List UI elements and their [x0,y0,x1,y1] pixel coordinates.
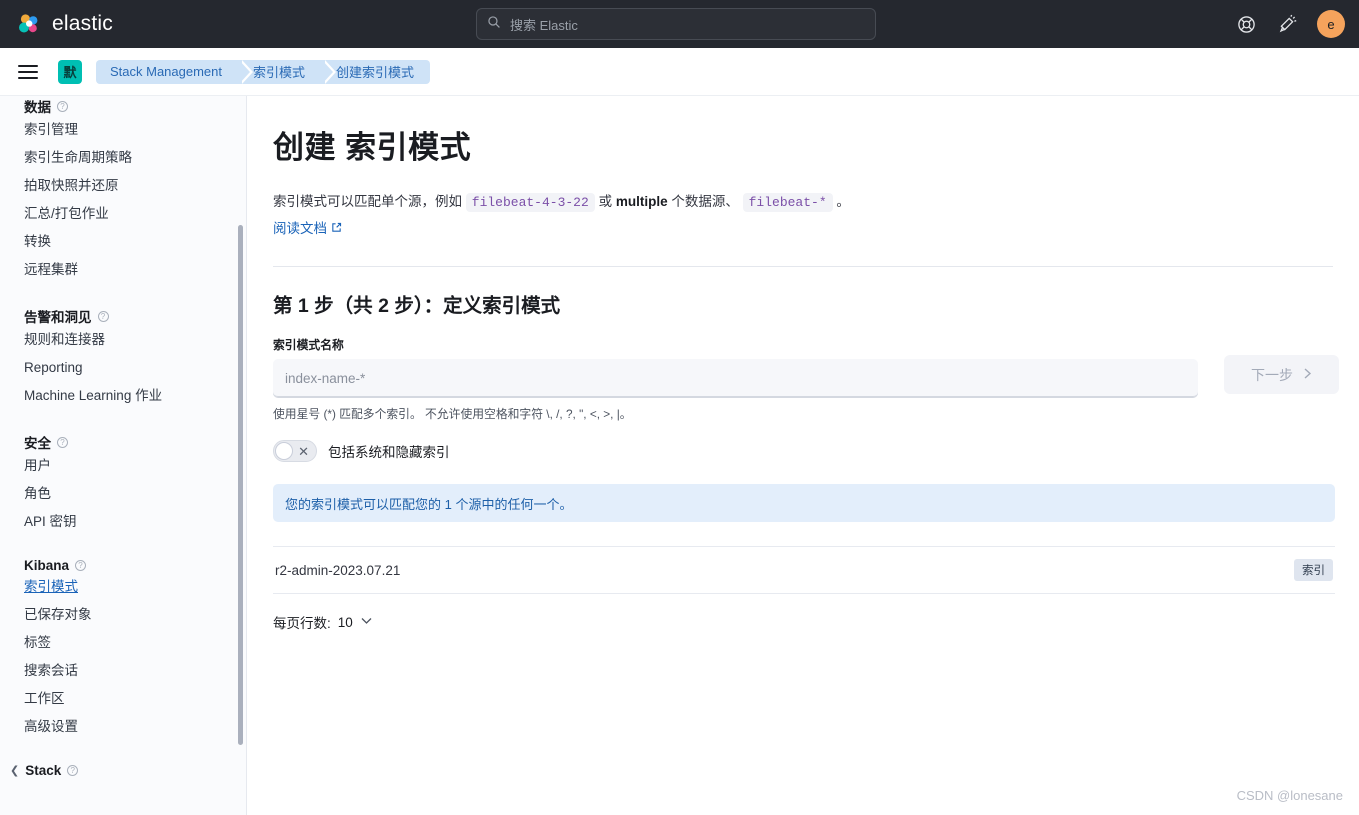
sidebar-group-alerts: 告警和洞见 ? [24,306,246,326]
search-icon [487,15,501,34]
avatar[interactable]: e [1317,10,1345,38]
description-middle-2: 个数据源、 [671,194,739,209]
rows-per-page-control[interactable]: 每页行数: 10 [273,612,1359,632]
description-code-example-1: filebeat-4-3-22 [465,193,595,212]
sidebar-item-users[interactable]: 用户 [24,452,246,480]
sidebar-item-snapshot-restore[interactable]: 拍取快照并还原 [24,172,246,200]
breadcrumb: Stack Management 索引模式 创建索引模式 [96,59,431,84]
sidebar-group-kibana: Kibana ? [24,558,246,573]
top-right-actions: e [1233,0,1345,48]
read-docs-label: 阅读文档 [273,221,327,236]
brand[interactable]: elastic [16,11,113,37]
rows-per-page-label: 每页行数: [273,616,331,631]
sidebar-item-spaces[interactable]: 工作区 [24,685,246,713]
sidebar-group-data: 数据 ? [24,96,246,116]
sidebar-group-security: 安全 ? [24,432,246,452]
chevron-down-icon[interactable] [360,616,373,628]
hamburger-menu-icon[interactable] [18,64,38,79]
sidebar-group-label: 告警和洞见 [24,310,92,325]
sidebar-group-stack: ❮ Stack ? [10,763,246,778]
include-system-indices-label: 包括系统和隐藏索引 [328,445,450,460]
chevron-right-icon [1302,367,1312,383]
include-system-indices-toggle[interactable]: ✕ [273,440,317,462]
main-content: 创建 索引模式 索引模式可以匹配单个源，例如 filebeat-4-3-22 或… [247,96,1359,815]
source-name-cell: r2-admin-2023.07.21 [275,562,401,578]
breadcrumb-bar: 默 Stack Management 索引模式 创建索引模式 [0,48,1359,96]
top-header-bar: elastic 搜索 Elastic e [0,0,1359,48]
chevron-left-icon[interactable]: ❮ [10,764,19,777]
sidebar-item-rules-connectors[interactable]: 规则和连接器 [24,326,246,354]
sidebar-group-label: Kibana [24,558,70,573]
external-link-icon [331,216,342,242]
table-row[interactable]: r2-admin-2023.07.21 索引 [273,546,1335,594]
watermark: CSDN @lonesane [1236,788,1343,803]
sidebar-item-rollup-jobs[interactable]: 汇总/打包作业 [24,200,246,228]
sidebar-item-remote-clusters[interactable]: 远程集群 [24,256,246,284]
space-badge[interactable]: 默 [58,59,82,84]
sidebar-item-ilm-policies[interactable]: 索引生命周期策略 [24,144,246,172]
toggle-knob [275,442,293,460]
announcement-megaphone-icon[interactable] [1275,11,1301,37]
sidebar-item-saved-objects[interactable]: 已保存对象 [24,601,246,629]
sidebar-group-label: 安全 [24,436,51,451]
rows-per-page-value[interactable]: 10 [338,615,353,630]
page-description: 索引模式可以匹配单个源，例如 filebeat-4-3-22 或 multipl… [273,189,1233,242]
question-circle-icon[interactable]: ? [57,436,68,448]
cross-icon: ✕ [298,444,309,459]
include-system-indices-toggle-row: ✕ 包括系统和隐藏索引 [273,440,1359,462]
match-count-callout: 您的索引模式可以匹配您的 1 个源中的任何一个。 [273,484,1335,522]
index-pattern-help-text: 使用星号 (*) 匹配多个索引。 不允许使用空格和字符 \, /, ?, ", … [273,407,632,421]
description-bold-multiple: multiple [615,194,668,209]
sidebar-scrollbar[interactable] [238,225,243,745]
question-circle-icon[interactable]: ? [75,560,87,571]
description-suffix: 。 [836,194,850,209]
next-step-label: 下一步 [1251,366,1293,383]
description-code-example-2: filebeat-* [742,193,833,212]
sidebar-group-label: 数据 [24,100,51,115]
sidebar-item-transforms[interactable]: 转换 [24,228,246,256]
breadcrumb-item-create-index-pattern[interactable]: 创建索引模式 [322,59,431,84]
sidebar-item-api-keys[interactable]: API 密钥 [24,508,246,536]
sidebar-item-roles[interactable]: 角色 [24,480,246,508]
section-divider [273,266,1333,267]
search-placeholder: 搜索 Elastic [510,17,578,33]
step-title: 第 1 步（共 2 步）：定义索引模式 [273,295,561,317]
elastic-logo-icon [16,11,42,37]
read-docs-link[interactable]: 阅读文档 [273,216,342,242]
avatar-initial: e [1327,16,1335,32]
page-title: 创建 索引模式 [273,130,472,165]
sidebar-item-reporting[interactable]: Reporting [24,354,246,382]
global-search-input[interactable]: 搜索 Elastic [476,8,876,40]
sidebar-item-search-sessions[interactable]: 搜索会话 [24,657,246,685]
sidebar[interactable]: 数据 ? 索引管理 索引生命周期策略 拍取快照并还原 汇总/打包作业 转换 远程… [0,96,247,815]
sidebar-item-tags[interactable]: 标签 [24,629,246,657]
index-pattern-field-label: 索引模式名称 [273,338,344,352]
question-circle-icon[interactable]: ? [57,100,68,112]
lifebuoy-help-icon[interactable] [1233,11,1259,37]
sidebar-item-index-patterns[interactable]: 索引模式 [24,573,246,601]
sidebar-item-machine-learning-jobs[interactable]: Machine Learning 作业 [24,382,246,410]
question-circle-icon[interactable]: ? [67,765,79,776]
index-pattern-name-input[interactable] [273,359,1198,398]
matching-sources-table: r2-admin-2023.07.21 索引 [273,546,1335,594]
index-pattern-field-group: 索引模式名称 使用星号 (*) 匹配多个索引。 不允许使用空格和字符 \, /,… [273,336,1198,422]
sidebar-item-index-management[interactable]: 索引管理 [24,116,246,144]
sidebar-group-label: Stack [25,763,62,778]
next-step-button[interactable]: 下一步 [1224,355,1339,394]
status-badge: 索引 [1294,559,1333,581]
breadcrumb-item-stack-management[interactable]: Stack Management [96,59,254,84]
match-count-text: 您的索引模式可以匹配您的 1 个源中的任何一个。 [285,496,573,512]
sidebar-item-advanced-settings[interactable]: 高级设置 [24,713,246,741]
index-pattern-form-row: 索引模式名称 使用星号 (*) 匹配多个索引。 不允许使用空格和字符 \, /,… [273,336,1359,422]
description-middle-1: 或 [598,194,613,209]
brand-label: elastic [52,12,113,35]
description-prefix: 索引模式可以匹配单个源，例如 [273,194,462,209]
question-circle-icon[interactable]: ? [97,310,109,322]
